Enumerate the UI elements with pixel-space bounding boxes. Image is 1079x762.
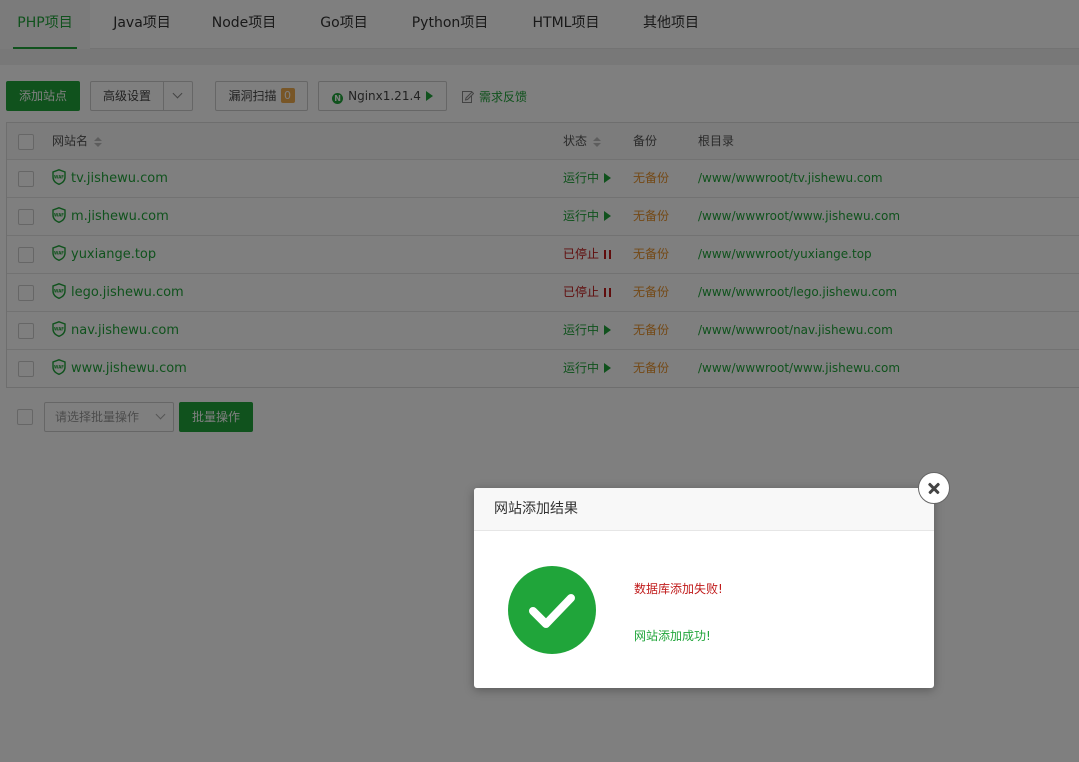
site-result-message: 网站添加成功!	[634, 629, 711, 643]
db-result-message: 数据库添加失败!	[634, 582, 723, 596]
close-icon[interactable]	[918, 472, 950, 504]
result-dialog: 网站添加结果 数据库添加失败! 网站添加成功!	[474, 488, 934, 688]
dialog-title: 网站添加结果	[474, 488, 934, 531]
check-circle-icon	[508, 566, 596, 654]
